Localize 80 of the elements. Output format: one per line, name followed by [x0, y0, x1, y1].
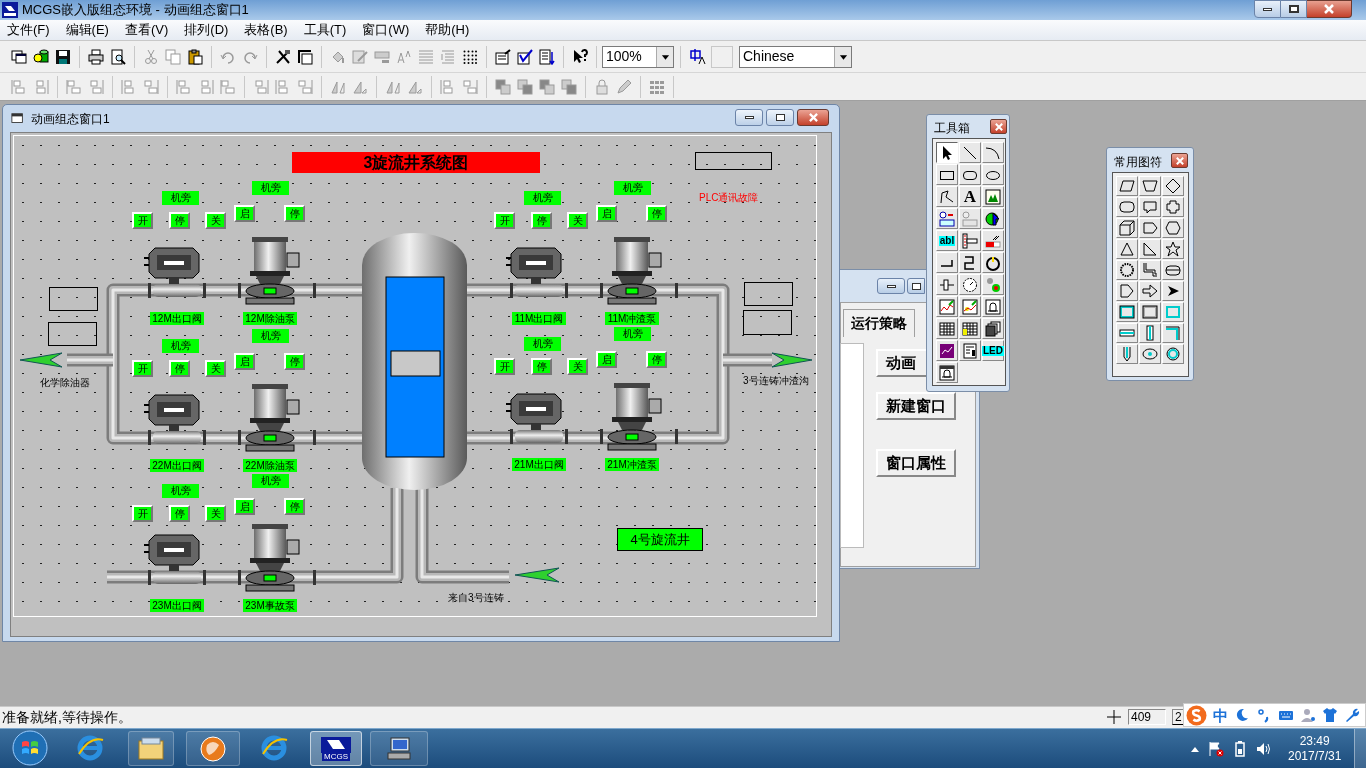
valve-label: 23M出口阀 [150, 599, 204, 612]
menu-item[interactable]: 帮助(H) [424, 20, 471, 40]
menu-item[interactable]: 排列(D) [183, 20, 230, 40]
well-label: 4号旋流井 [617, 528, 703, 551]
valve-button[interactable]: 关 [205, 505, 226, 522]
taskbar-app-button[interactable]: MCGS [310, 731, 362, 766]
menu-item[interactable]: 窗口(W) [361, 20, 411, 40]
valve-button[interactable]: 开 [132, 505, 153, 522]
menu-item[interactable]: 查看(V) [123, 20, 170, 40]
inlet-label: 来自3号连铸 [448, 593, 504, 603]
window-title: MCGS嵌入版组态环境 - 动画组态窗口1 [22, 1, 249, 20]
pump-button[interactable]: 停 [284, 498, 305, 515]
x-coordinate-field: 409 [1128, 709, 1166, 725]
menu-item[interactable]: 编辑(E) [64, 20, 110, 40]
mode-label: 机旁 [252, 474, 289, 488]
pump-label: 21M冲渣泵 [605, 458, 659, 471]
valve-button[interactable]: 关 [567, 212, 588, 229]
pump-label: 22M除油泵 [243, 459, 297, 472]
pump-label: 11M冲渣泵 [605, 312, 659, 325]
mode-label: 机旁 [524, 337, 561, 351]
pump-button[interactable]: 停 [646, 205, 667, 222]
valve-label: 21M出口阀 [512, 458, 566, 471]
menu-item[interactable]: 文件(F) [6, 20, 51, 40]
mode-label: 机旁 [252, 329, 289, 343]
mode-label: 机旁 [162, 484, 199, 498]
mode-label: 机旁 [162, 339, 199, 353]
pump-button[interactable]: 停 [284, 353, 305, 370]
pump-button[interactable]: 停 [284, 205, 305, 222]
tool-button[interactable]: LED [982, 340, 1004, 361]
valve-button[interactable]: 关 [567, 358, 588, 375]
mode-label: 机旁 [252, 181, 289, 195]
tool-button[interactable]: A [959, 186, 981, 207]
outlet-label: 化学除油器 [40, 378, 90, 388]
clock-time: 23:49 [1299, 734, 1330, 749]
pump-button[interactable]: 停 [646, 351, 667, 368]
child-window-title: 动画组态窗口1 [31, 111, 110, 128]
valve-button[interactable]: 停 [531, 358, 552, 375]
status-message: 准备就绪,等待操作。 [1, 708, 132, 727]
menu-item[interactable]: 工具(T) [302, 20, 348, 40]
mode-label: 机旁 [614, 327, 651, 341]
toolbox-title: 工具箱 [934, 120, 970, 137]
pump-button[interactable]: 启 [234, 205, 255, 222]
app-label: MCGS [322, 752, 350, 761]
valve-button[interactable]: 停 [531, 212, 552, 229]
valve-label: 12M出口阀 [150, 312, 204, 325]
language-dropdown[interactable]: Chinese [739, 45, 852, 68]
alarm-text: PLC通讯故障 [699, 193, 759, 203]
valve-button[interactable]: 停 [169, 505, 190, 522]
diagram-title: 3旋流井系统图 [292, 152, 540, 173]
pump-label: 12M除油泵 [243, 312, 297, 325]
pump-button[interactable]: 启 [234, 498, 255, 515]
menu-item[interactable]: 表格(B) [243, 20, 289, 40]
workspace-button[interactable]: 窗口属性 [876, 449, 956, 477]
palette-title: 常用图符 [1114, 154, 1162, 171]
outlet-label: 3号连铸冲渣沟 [743, 376, 809, 386]
valve-label: 22M出口阀 [150, 459, 204, 472]
valve-button[interactable]: 开 [494, 358, 515, 375]
input-mode-toggle[interactable]: 中 [1213, 707, 1228, 723]
tool-button[interactable]: abl [936, 230, 958, 251]
valve-button[interactable]: 开 [494, 212, 515, 229]
clock-date: 2017/7/31 [1288, 749, 1342, 764]
mode-label: 机旁 [524, 191, 561, 205]
valve-button[interactable]: 停 [169, 360, 190, 377]
workspace-button[interactable]: 新建窗口 [876, 392, 956, 420]
valve-button[interactable]: 开 [132, 212, 153, 229]
pump-button[interactable]: 启 [234, 353, 255, 370]
clock[interactable]: 23:49 2017/7/31 [1288, 734, 1342, 764]
zoom-dropdown[interactable]: 100% [602, 45, 674, 68]
valve-button[interactable]: 关 [205, 360, 226, 377]
workspace-tab[interactable]: 运行策略 [843, 309, 915, 337]
valve-label: 11M出口阀 [512, 312, 566, 325]
workspace-button[interactable]: 动画 [876, 349, 927, 377]
pump-button[interactable]: 启 [596, 205, 617, 222]
valve-button[interactable]: 停 [169, 212, 190, 229]
valve-button[interactable]: 开 [132, 360, 153, 377]
mode-label: 机旁 [162, 191, 199, 205]
pump-label: 23M事故泵 [243, 599, 297, 612]
pump-button[interactable]: 启 [596, 351, 617, 368]
mode-label: 机旁 [614, 181, 651, 195]
valve-button[interactable]: 关 [205, 212, 226, 229]
